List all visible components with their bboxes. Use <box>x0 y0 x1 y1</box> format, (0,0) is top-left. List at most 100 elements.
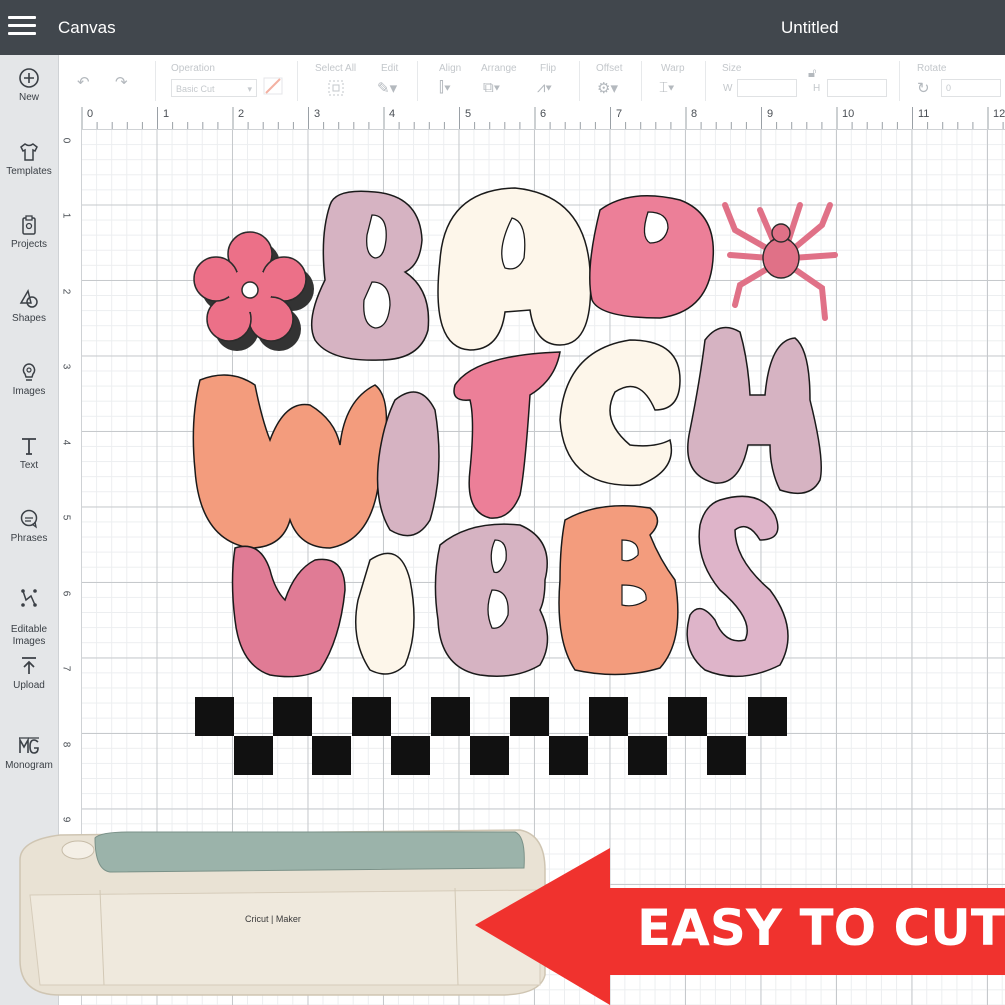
toolbar-divider <box>705 61 706 101</box>
sidebar-item-monogram[interactable]: Monogram <box>0 735 58 772</box>
ruler-number: 0 <box>60 137 72 144</box>
top-bar: Canvas Untitled <box>0 0 1005 55</box>
ruler-number: 12 <box>993 108 1005 120</box>
width-input[interactable] <box>737 79 797 97</box>
sidebar-item-label: Projects <box>10 239 48 250</box>
offset-label: Offset <box>596 63 623 74</box>
hamburger-menu-icon[interactable] <box>8 16 36 38</box>
clipboard-icon <box>18 214 40 236</box>
tshirt-icon <box>18 141 40 163</box>
sidebar-item-label: Shapes <box>12 313 46 324</box>
ruler-number: 7 <box>616 108 623 120</box>
sidebar-item-phrases[interactable]: Phrases <box>0 508 58 545</box>
linetype-color-icon[interactable] <box>263 77 283 95</box>
shapes-icon <box>18 288 40 310</box>
select-all-label: Select All <box>315 63 357 74</box>
sidebar-item-label: Templates <box>6 166 52 177</box>
rotate-icon: ↻ <box>917 80 930 97</box>
toolbar-divider <box>579 61 580 101</box>
offset-icon[interactable]: ⚙▾ <box>597 79 618 97</box>
toolbar-divider <box>641 61 642 101</box>
chevron-down-icon: ▾ <box>247 84 252 94</box>
sidebar-item-label: Upload <box>13 680 45 691</box>
operation-label: Operation <box>171 63 215 74</box>
ruler-number: 9 <box>60 816 72 823</box>
ruler-number: 6 <box>540 108 547 120</box>
ruler-number: 8 <box>60 741 72 748</box>
bulb-icon <box>18 361 40 383</box>
lock-icon[interactable]: 🔓︎ <box>808 65 816 83</box>
sidebar-item-text[interactable]: Text <box>0 435 58 472</box>
sidebar-item-upload[interactable]: Upload <box>0 655 58 692</box>
edit-label: Edit <box>381 63 399 74</box>
sidebar-item-label: Images <box>12 386 46 397</box>
width-label: W <box>723 83 733 94</box>
ruler-number: 10 <box>842 108 855 120</box>
ruler-ticks <box>81 107 1004 129</box>
sidebar-item-label: Editable Images <box>10 624 48 647</box>
ruler-number: 1 <box>60 212 72 219</box>
arrange-label: Arrange <box>481 63 517 74</box>
toolbar-divider <box>417 61 418 101</box>
edit-toolbar: ↶ ↷ Operation Basic Cut ▾ Select All Edit… <box>59 55 1005 108</box>
sidebar-item-label: Monogram <box>5 760 53 771</box>
sidebar-item-label: Text <box>19 460 39 471</box>
sidebar-item-new[interactable]: New <box>0 67 58 104</box>
ruler-number: 5 <box>60 514 72 521</box>
edit-pencil-icon[interactable]: ✎▾ <box>377 79 397 97</box>
ruler-number: 7 <box>60 665 72 672</box>
ruler-number: 0 <box>87 108 94 120</box>
align-label: Align <box>439 63 462 74</box>
select-all-icon[interactable] <box>327 79 345 97</box>
sidebar-item-label: Phrases <box>10 533 48 544</box>
warp-label: Warp <box>661 63 685 74</box>
cutting-machine-image <box>19 829 546 996</box>
sidebar-item-label: New <box>18 92 39 103</box>
ruler-number: 5 <box>465 108 472 120</box>
horizontal-ruler: 0 1 2 3 4 5 6 7 8 9 10 11 12 <box>59 107 1005 130</box>
align-icon[interactable]: ⫿▾ <box>439 79 451 97</box>
arrange-icon[interactable]: ⧉▾ <box>483 79 500 97</box>
operation-value: Basic Cut <box>176 84 215 94</box>
ruler-number: 9 <box>767 108 774 120</box>
undo-icon[interactable]: ↶ <box>77 73 90 91</box>
document-title[interactable]: Untitled <box>781 18 839 38</box>
ruler-number: 4 <box>389 108 396 120</box>
sidebar-item-images[interactable]: Images <box>0 361 58 398</box>
ruler-number: 1 <box>163 108 170 120</box>
ruler-number: 3 <box>314 108 321 120</box>
sidebar-item-editable-images[interactable]: Editable Images <box>0 575 58 648</box>
ruler-number: 11 <box>918 108 930 120</box>
ruler-number: 2 <box>60 288 72 295</box>
sidebar-item-templates[interactable]: Templates <box>0 141 58 178</box>
flip-icon[interactable]: ⩘▾ <box>537 79 552 97</box>
toolbar-divider <box>899 61 900 101</box>
toolbar-divider <box>297 61 298 101</box>
callout-text: EASY TO CUT <box>637 899 1005 957</box>
height-label: H <box>813 83 821 94</box>
speech-bubble-icon <box>18 508 40 530</box>
sidebar-item-projects[interactable]: Projects <box>0 214 58 251</box>
plus-circle-icon <box>18 67 40 89</box>
warp-icon[interactable]: ⌶▾ <box>659 79 674 97</box>
sidebar-item-shapes[interactable]: Shapes <box>0 288 58 325</box>
rotate-value: 0 <box>946 83 952 93</box>
height-input[interactable] <box>827 79 887 97</box>
toolbar-divider <box>155 61 156 101</box>
rotate-label: Rotate <box>917 63 947 74</box>
ruler-number: 8 <box>691 108 698 120</box>
operation-select[interactable]: Basic Cut ▾ <box>171 79 257 97</box>
ruler-number: 4 <box>60 439 72 446</box>
editable-image-icon <box>18 587 40 609</box>
ruler-number: 6 <box>60 590 72 597</box>
rotate-input[interactable]: 0 <box>941 79 1001 97</box>
machine-brand-label: Cricut | Maker <box>245 914 301 924</box>
app-title: Canvas <box>58 18 116 37</box>
size-label: Size <box>722 63 742 74</box>
upload-icon <box>18 655 40 677</box>
text-icon <box>18 435 40 457</box>
letter-b <box>310 190 430 361</box>
ruler-number: 3 <box>60 363 72 370</box>
redo-icon[interactable]: ↷ <box>115 73 128 91</box>
monogram-icon <box>18 735 40 757</box>
